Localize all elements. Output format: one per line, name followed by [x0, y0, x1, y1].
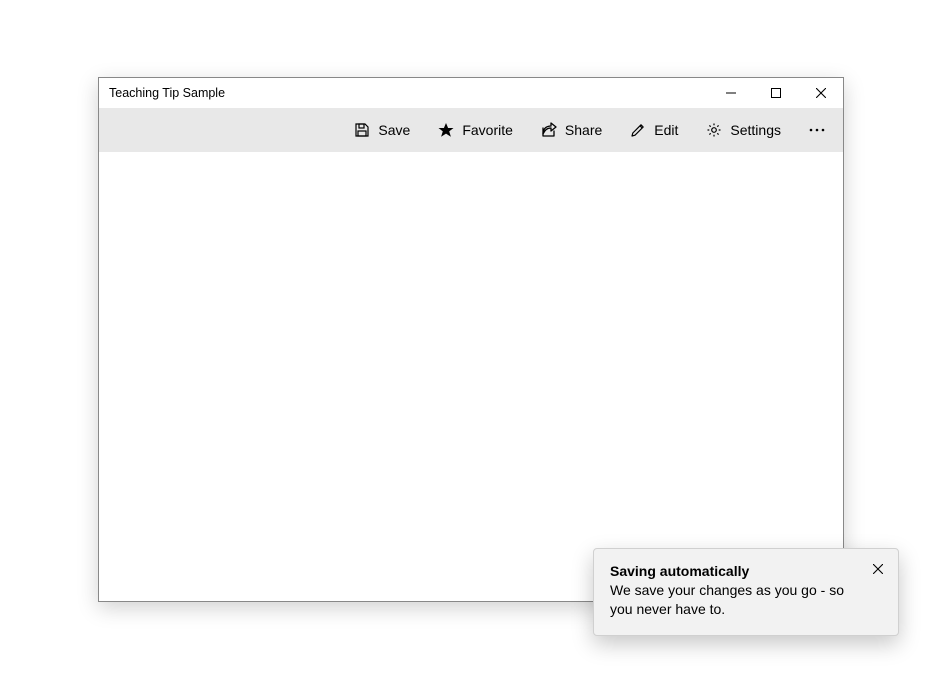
window-title: Teaching Tip Sample [109, 86, 225, 100]
star-icon [438, 122, 454, 138]
close-icon [873, 562, 883, 577]
save-button[interactable]: Save [342, 116, 422, 144]
share-button[interactable]: Share [529, 116, 614, 144]
close-button[interactable] [798, 78, 843, 108]
gear-icon [706, 122, 722, 138]
maximize-icon [771, 88, 781, 98]
share-icon [541, 122, 557, 138]
minimize-button[interactable] [708, 78, 753, 108]
teaching-tip: Saving automatically We save your change… [593, 548, 899, 636]
teaching-tip-title: Saving automatically [610, 563, 858, 579]
settings-button[interactable]: Settings [694, 116, 793, 144]
favorite-button[interactable]: Favorite [426, 116, 525, 144]
maximize-button[interactable] [753, 78, 798, 108]
edit-button[interactable]: Edit [618, 116, 690, 144]
share-label: Share [565, 122, 602, 138]
edit-icon [630, 122, 646, 138]
favorite-label: Favorite [462, 122, 513, 138]
teaching-tip-body: We save your changes as you go - so you … [610, 581, 858, 619]
edit-label: Edit [654, 122, 678, 138]
teaching-tip-close-button[interactable] [866, 557, 890, 581]
save-label: Save [378, 122, 410, 138]
close-icon [816, 88, 826, 98]
toolbar: Save Favorite Share [99, 108, 843, 152]
app-window: Teaching Tip Sample [98, 77, 844, 602]
titlebar: Teaching Tip Sample [99, 78, 843, 108]
minimize-icon [726, 88, 736, 98]
save-icon [354, 122, 370, 138]
more-button[interactable] [797, 116, 837, 144]
more-icon [809, 122, 825, 138]
content-area [99, 152, 843, 601]
settings-label: Settings [730, 122, 781, 138]
caption-buttons [708, 78, 843, 108]
